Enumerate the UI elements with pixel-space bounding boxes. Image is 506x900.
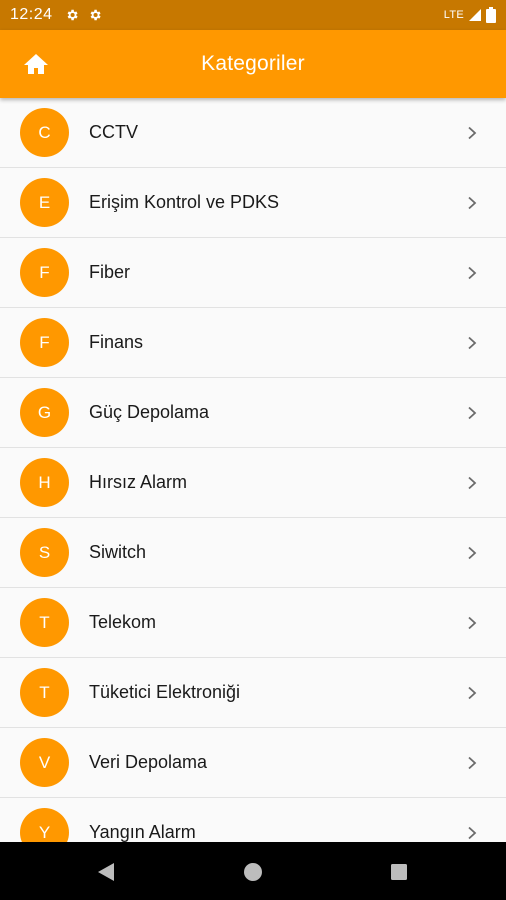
category-row[interactable]: C CCTV [0,98,506,168]
home-button[interactable] [14,42,58,86]
category-label: Telekom [89,612,157,632]
chevron-right-icon [468,546,477,559]
category-avatar: F [20,318,69,367]
category-row[interactable]: G Güç Depolama [0,378,506,448]
network-type: LTE [443,9,464,21]
category-avatar: G [20,388,69,437]
category-avatar: Y [20,808,69,842]
settings-icon [90,9,101,21]
chevron-right-icon [468,616,477,629]
home-icon [24,54,48,74]
category-row[interactable]: T Tüketici Elektroniği [0,658,506,728]
chevron-right-icon [468,266,477,279]
category-label: Yangın Alarm [89,822,196,842]
page-title: Kategoriler [201,52,305,75]
category-row[interactable]: V Veri Depolama [0,728,506,798]
category-row[interactable]: Y Yangın Alarm [0,798,506,842]
category-avatar: F [20,248,69,297]
chevron-right-icon [468,406,477,419]
settings-icon [67,9,78,21]
category-label: Erişim Kontrol ve PDKS [89,192,280,212]
category-label: Veri Depolama [89,752,208,772]
category-avatar: S [20,528,69,577]
category-row[interactable]: E Erişim Kontrol ve PDKS [0,168,506,238]
category-label: Güç Depolama [89,402,210,422]
category-row[interactable]: T Telekom [0,588,506,658]
category-label: Fiber [89,262,131,282]
category-avatar: T [20,668,69,717]
chevron-right-icon [468,196,477,209]
signal-icon [469,9,481,21]
category-label: Tüketici Elektroniği [89,682,241,702]
battery-icon [486,7,496,23]
chevron-right-icon [468,826,477,839]
category-label: Siwitch [89,542,147,562]
app-bar: Kategoriler [0,30,506,98]
category-avatar: C [20,108,69,157]
home-circle-icon[interactable] [242,861,264,883]
recent-apps-icon[interactable] [388,861,410,883]
category-avatar: T [20,598,69,647]
category-label: Finans [89,332,144,352]
status-time: 12:24 [10,6,53,23]
chevron-right-icon [468,126,477,139]
navigation-bar [0,842,506,900]
category-row[interactable]: F Finans [0,308,506,378]
chevron-right-icon [468,686,477,699]
status-bar: 12:24 LTE [0,0,506,30]
category-row[interactable]: H Hırsız Alarm [0,448,506,518]
category-avatar: V [20,738,69,787]
category-avatar: H [20,458,69,507]
chevron-right-icon [468,476,477,489]
category-row[interactable]: S Siwitch [0,518,506,588]
category-row[interactable]: F Fiber [0,238,506,308]
chevron-right-icon [468,756,477,769]
back-icon[interactable] [95,861,117,883]
chevron-right-icon [468,336,477,349]
category-label: CCTV [89,122,138,142]
category-avatar: E [20,178,69,227]
category-list: C CCTV E Erişim Kontrol ve PDKS F Fiber F Finan… [0,98,506,842]
category-label: Hırsız Alarm [89,472,188,492]
